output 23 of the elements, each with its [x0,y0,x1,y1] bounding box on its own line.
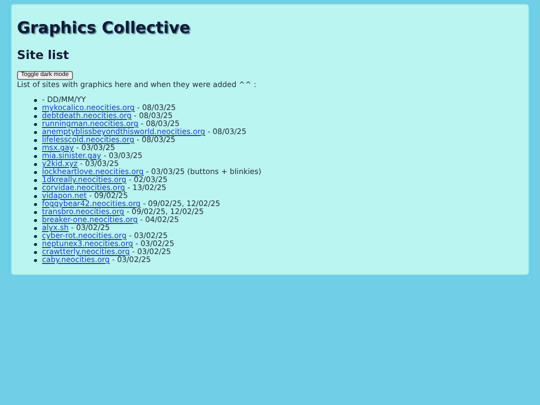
bullet-icon [34,194,37,198]
bullet-icon [34,170,37,174]
bullet-icon [34,218,37,222]
bullet-icon [34,234,37,238]
bullet-icon [34,250,37,254]
bullet-icon [34,178,37,182]
bullet-icon [34,106,37,110]
bullet-icon [34,258,37,262]
bullet-icon [34,114,37,118]
bullet-icon [34,130,37,134]
bullet-icon [34,162,37,166]
bullet-icon [34,242,37,246]
bullet-icon [34,122,37,126]
bullet-icon [34,202,37,206]
bullet-icon [34,138,37,142]
section-heading: Site list [17,48,70,62]
bullet-icon [34,186,37,190]
bullet-icon [34,154,37,158]
bullet-icon [34,146,37,150]
bullet-icon [34,226,37,230]
bullet-icon [34,98,37,102]
site-title: Graphics Collective [17,18,192,38]
bullet-icon [34,210,37,214]
